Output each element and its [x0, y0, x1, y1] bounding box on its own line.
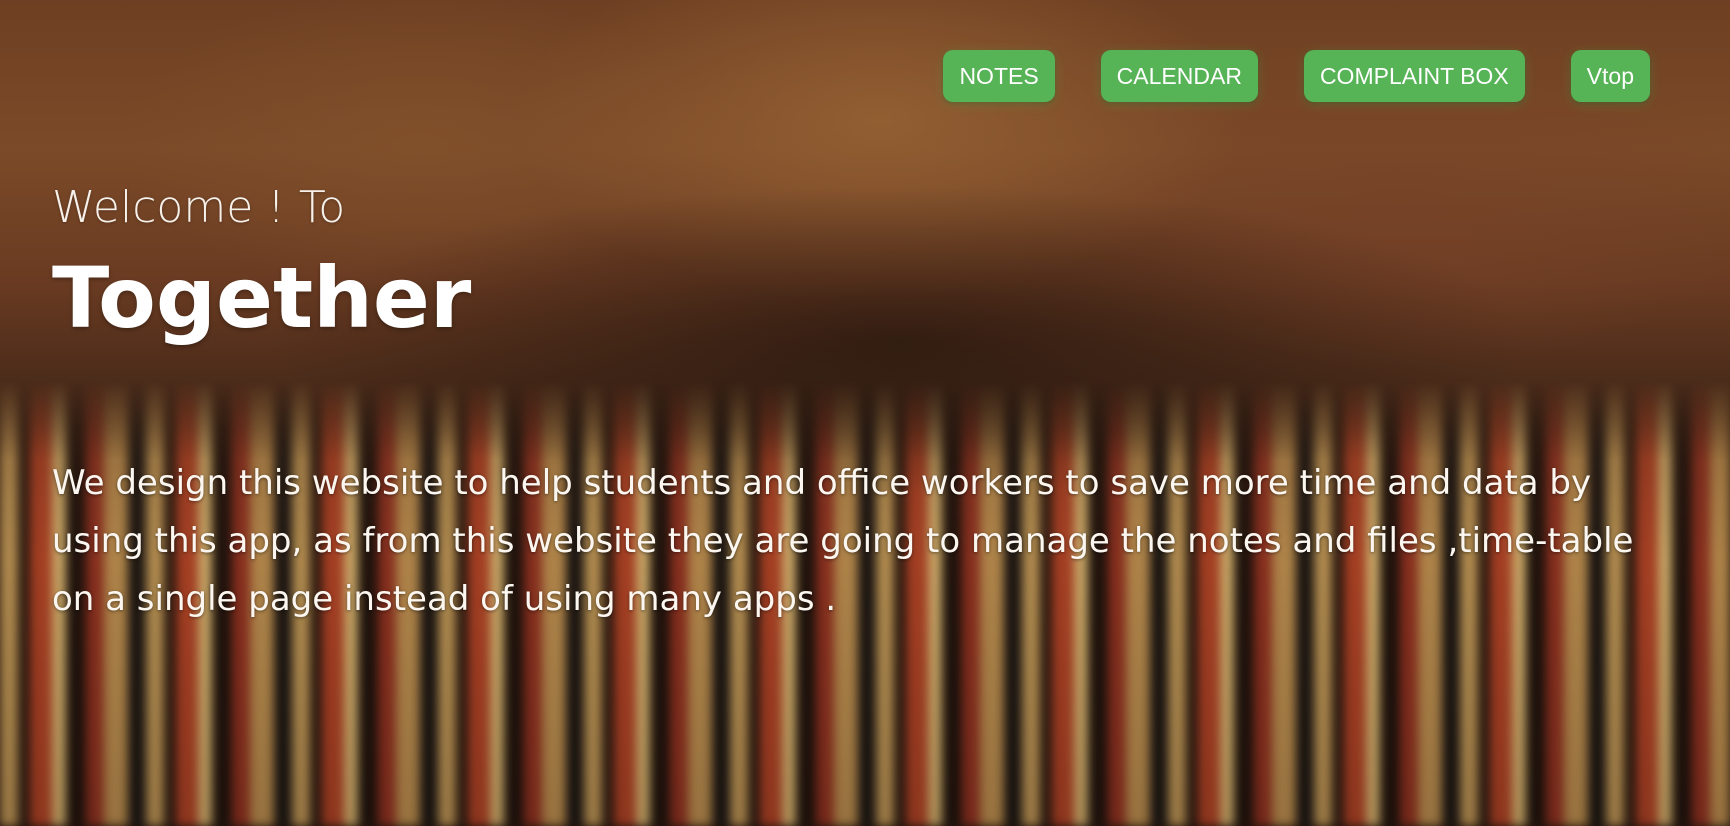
top-navigation: NOTES CALENDAR COMPLAINT BOX Vtop	[943, 50, 1650, 102]
background-image	[0, 0, 1730, 826]
nav-calendar-button[interactable]: CALENDAR	[1100, 50, 1258, 102]
nav-vtop-button[interactable]: Vtop	[1570, 50, 1650, 102]
hero-section: Welcome ! To Together	[52, 180, 1672, 348]
brand-title: Together	[52, 249, 472, 347]
site-description: We design this website to help students …	[52, 463, 1634, 619]
nav-notes-button[interactable]: NOTES	[943, 50, 1055, 102]
welcome-heading: Welcome ! To	[52, 182, 346, 233]
nav-complaint-box-button[interactable]: COMPLAINT BOX	[1303, 50, 1525, 102]
background-shade	[0, 0, 1730, 826]
